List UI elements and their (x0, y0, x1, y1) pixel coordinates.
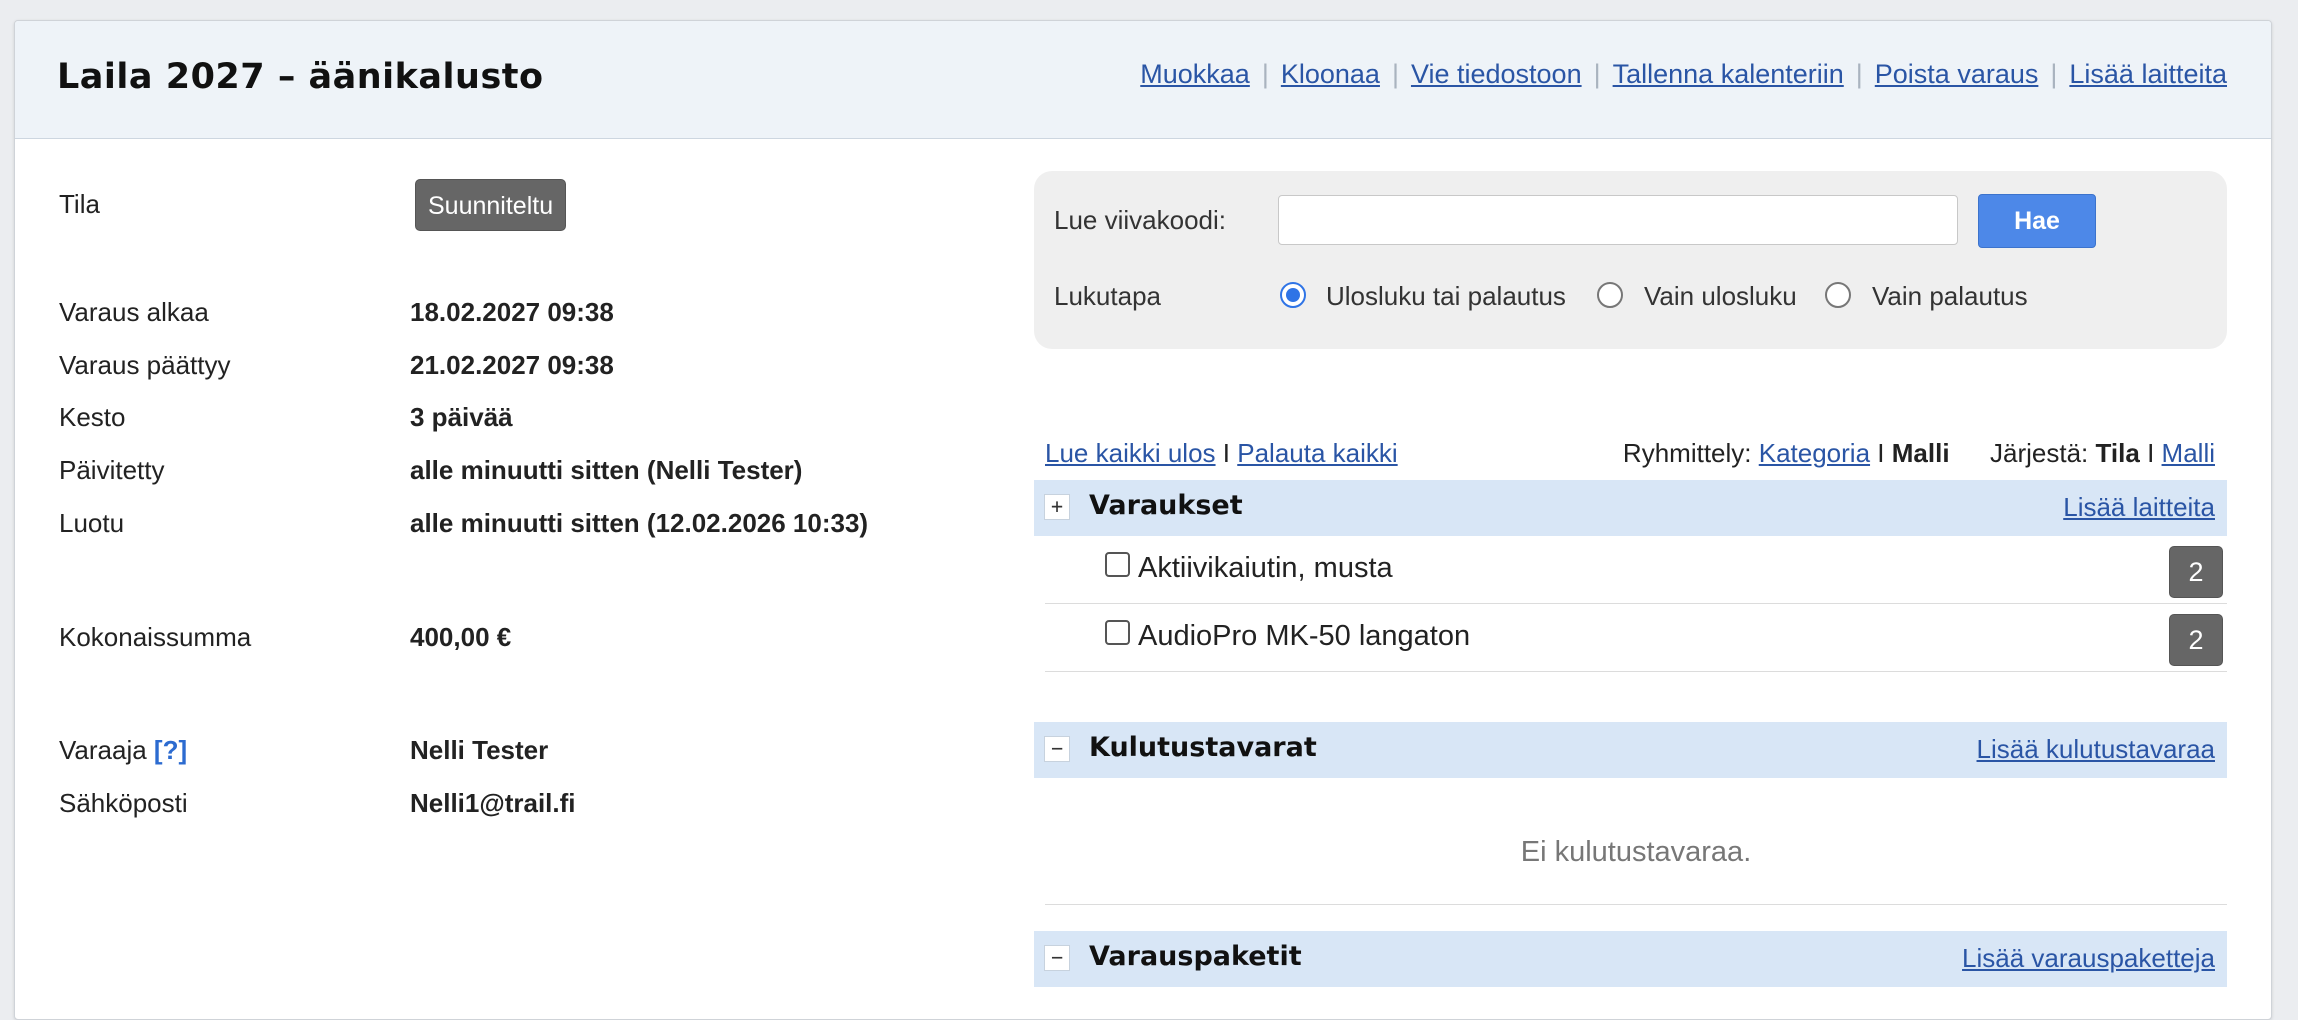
consumables-empty-message: Ei kulutustavaraa. (1520, 836, 1752, 868)
add-packages-link[interactable]: Lisää varauspaketteja (1962, 943, 2215, 974)
item-name: AudioPro MK-50 langaton (1138, 620, 1471, 652)
save-to-calendar-link[interactable]: Tallenna kalenteriin (1613, 59, 1844, 89)
booker-value: Nelli Tester (410, 735, 549, 765)
mode-return-only-radio[interactable] (1825, 282, 1851, 308)
updated-value: alle minuutti sitten (Nelli Tester) (410, 455, 803, 485)
collapse-icon[interactable]: − (1044, 736, 1070, 762)
return-all-link[interactable]: Palauta kaikki (1237, 438, 1397, 468)
barcode-label: Lue viivakoodi: (1054, 205, 1226, 235)
grouping-separator: I (1877, 438, 1885, 468)
grouping-sorting: Ryhmittely: Kategoria I Malli Järjestä: … (1623, 438, 2215, 469)
reservations-section-header: + Varaukset Lisää laitteita (1034, 480, 2227, 536)
list-item: Aktiivikaiutin, musta 2 (1045, 536, 2227, 604)
collapse-icon[interactable]: − (1044, 945, 1070, 971)
booker-label: Varaaja (59, 735, 147, 765)
delete-reservation-link[interactable]: Poista varaus (1875, 59, 2039, 89)
sort-by-model-link[interactable]: Malli (2162, 438, 2215, 468)
booker-label-row: Varaaja [?] (59, 735, 187, 766)
mode-checkout-only-radio[interactable] (1597, 282, 1623, 308)
packages-section-header: − Varauspaketit Lisää varauspaketteja (1034, 931, 2227, 987)
sort-label: Järjestä: (1990, 438, 2089, 468)
reservations-title: Varaukset (1089, 490, 1243, 521)
reservations-add-equipment-link[interactable]: Lisää laitteita (2063, 492, 2215, 523)
created-label: Luotu (59, 508, 125, 538)
list-item: AudioPro MK-50 langaton 2 (1045, 604, 2227, 672)
item-count-badge: 2 (2169, 614, 2223, 666)
separator: | (1391, 59, 1399, 89)
sort-separator: I (2147, 438, 2155, 468)
consumables-title: Kulutustavarat (1089, 732, 1317, 763)
separator: | (2050, 59, 2058, 89)
start-label: Varaus alkaa (59, 297, 209, 327)
reservation-panel: Laila 2027 – äänikalusto Muokkaa | Kloonaa… (14, 20, 2272, 1020)
add-equipment-link[interactable]: Lisää laitteita (2069, 59, 2227, 89)
end-value: 21.02.2027 09:38 (410, 350, 614, 380)
toolbar-separator: I (1222, 438, 1231, 468)
email-label: Sähköposti (59, 788, 188, 818)
mode-checkout-only-label[interactable]: Vain ulosluku (1644, 281, 1797, 312)
packages-title: Varauspaketit (1089, 941, 1302, 972)
mode-checkout-or-return-label[interactable]: Ulosluku tai palautus (1326, 281, 1566, 312)
total-label: Kokonaissumma (59, 622, 252, 652)
grouping-label: Ryhmittely: (1622, 438, 1752, 468)
edit-link[interactable]: Muokkaa (1140, 59, 1250, 89)
search-button[interactable]: Hae (1978, 194, 2096, 248)
item-count-badge: 2 (2169, 546, 2223, 598)
status-label: Tila (59, 189, 100, 219)
check-out-all-link[interactable]: Lue kaikki ulos (1045, 438, 1216, 468)
item-checkbox[interactable] (1105, 552, 1130, 577)
header-actions: Muokkaa | Kloonaa | Vie tiedostoon | Tallenna … (1140, 59, 2227, 90)
duration-value: 3 päivää (410, 402, 513, 432)
separator: | (1855, 59, 1863, 89)
separator: | (1261, 59, 1269, 89)
item-checkbox[interactable] (1105, 620, 1130, 645)
clone-link[interactable]: Kloonaa (1281, 59, 1380, 89)
separator: | (1593, 59, 1601, 89)
end-label: Varaus päättyy (59, 350, 231, 380)
start-value: 18.02.2027 09:38 (410, 297, 614, 327)
export-link[interactable]: Vie tiedostoon (1411, 59, 1582, 89)
email-value: Nelli1@trail.fi (410, 788, 576, 818)
group-by-category-link[interactable]: Kategoria (1759, 438, 1870, 468)
page-title: Laila 2027 – äänikalusto (57, 57, 544, 97)
item-name: Aktiivikaiutin, musta (1138, 552, 1393, 584)
read-mode-label: Lukutapa (1054, 281, 1161, 311)
barcode-input[interactable] (1278, 195, 1958, 245)
mode-return-only-label[interactable]: Vain palautus (1872, 281, 2028, 312)
divider (1045, 904, 2227, 905)
sort-by-status-active: Tila (2095, 438, 2140, 468)
expand-icon[interactable]: + (1044, 494, 1070, 520)
created-value: alle minuutti sitten (12.02.2026 10:33) (410, 508, 869, 538)
panel-header: Laila 2027 – äänikalusto Muokkaa | Kloonaa… (15, 21, 2271, 139)
status-badge: Suunniteltu (415, 179, 567, 231)
total-value: 400,00 € (410, 622, 512, 652)
barcode-scan-box: Lue viivakoodi: Hae Lukutapa Ulosluku ta… (1034, 171, 2227, 349)
group-by-model-active: Malli (1891, 438, 1950, 468)
add-consumables-link[interactable]: Lisää kulutustavaraa (1977, 734, 2215, 765)
duration-label: Kesto (59, 402, 126, 432)
bulk-actions: Lue kaikki ulos I Palauta kaikki (1045, 438, 1398, 469)
consumables-section-header: − Kulutustavarat Lisää kulutustavaraa (1034, 722, 2227, 778)
updated-label: Päivitetty (59, 455, 165, 485)
mode-checkout-or-return-radio[interactable] (1280, 282, 1306, 308)
booker-help-link[interactable]: [?] (154, 735, 187, 765)
